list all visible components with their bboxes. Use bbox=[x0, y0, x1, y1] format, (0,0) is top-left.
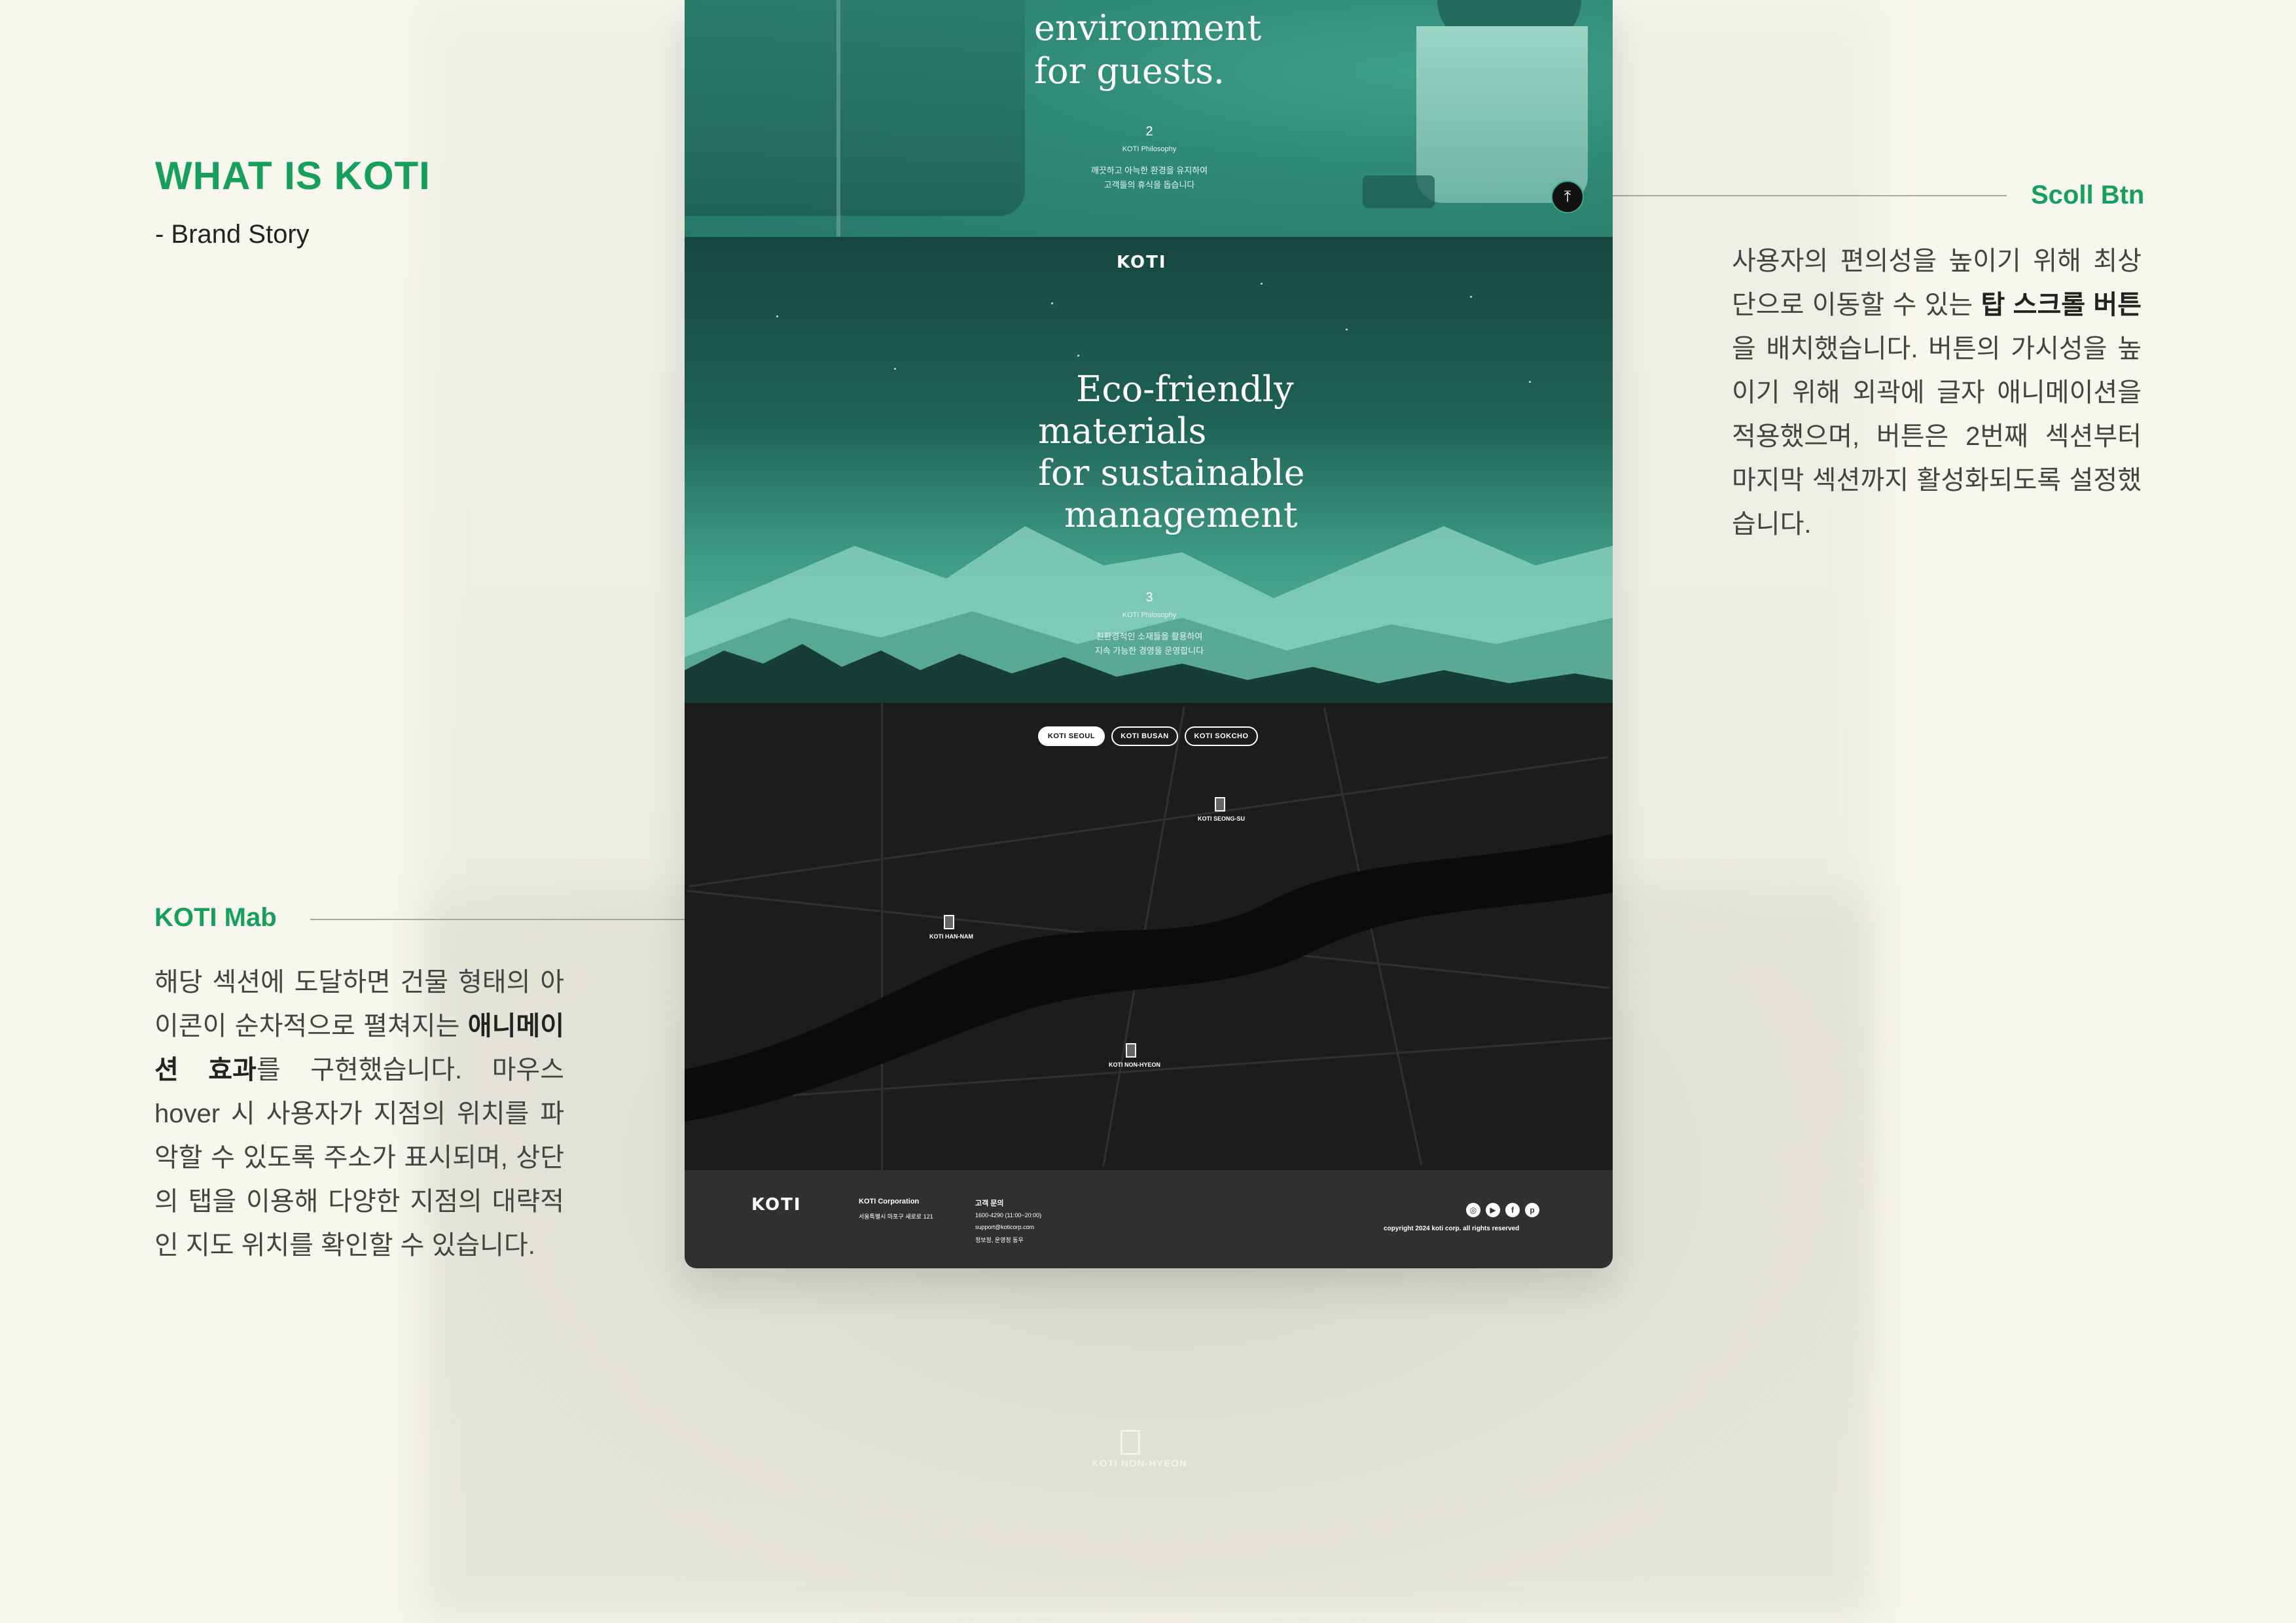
map-section: KOTI SEOUL KOTI BUSAN KOTI SOKCHO KOTI S… bbox=[685, 703, 1613, 1170]
ghost-pin-label: KOTI NON-HYEON bbox=[1092, 1458, 1187, 1469]
section1-headline-2: for guests. bbox=[1034, 50, 1225, 92]
section2-headline-1: Eco-friendly bbox=[1076, 368, 1294, 410]
pin-label-seongsu: KOTI SEONG-SU bbox=[1198, 815, 1246, 822]
building-pin-icon[interactable] bbox=[1215, 797, 1225, 812]
scroll-annotation-line bbox=[1583, 195, 2007, 196]
footer-links[interactable]: 정보정, 운영정 동우 bbox=[975, 1236, 1024, 1244]
section-environment: environment for guests. 2 KOTI Philosoph… bbox=[685, 0, 1613, 237]
footer-email[interactable]: support@koticorp.com bbox=[975, 1224, 1034, 1230]
pinterest-icon[interactable]: p bbox=[1525, 1203, 1539, 1217]
sofa-shape bbox=[685, 0, 1025, 216]
brand-story-subtitle: - Brand Story bbox=[155, 220, 310, 249]
rope-shape bbox=[836, 0, 840, 237]
map-tab-sokcho[interactable]: KOTI SOKCHO bbox=[1185, 726, 1258, 746]
section2-philosophy-name: KOTI Philosophy bbox=[1122, 611, 1177, 619]
arrow-up-icon: ⤒ bbox=[1564, 188, 1571, 205]
site-footer: KOTI KOTI Corporation 서울특별시 마포구 새로로 121 … bbox=[685, 1170, 1613, 1268]
youtube-icon[interactable]: ▶ bbox=[1486, 1203, 1500, 1217]
star bbox=[1529, 381, 1531, 383]
star bbox=[1261, 283, 1263, 285]
section1-desc-2: 고객들의 휴식을 돕습니다 bbox=[1103, 180, 1195, 190]
building-pin-icon[interactable] bbox=[944, 915, 954, 929]
footer-contact-title: 고객 문의 bbox=[975, 1200, 1004, 1207]
star bbox=[1470, 296, 1472, 298]
section1-number: 2 bbox=[1145, 124, 1153, 139]
section2-headline-4: management bbox=[1064, 494, 1298, 535]
website-mockup: environment for guests. 2 KOTI Philosoph… bbox=[685, 0, 1613, 1268]
footer-phone: 1600-4290 (11:00~20:00) bbox=[975, 1212, 1042, 1219]
section1-desc-1: 깨끗하고 아늑한 환경을 유지하여 bbox=[1090, 166, 1208, 175]
ghost-building-icon bbox=[1121, 1430, 1140, 1455]
star bbox=[1051, 302, 1053, 304]
scroll-annotation-label: Scoll Btn bbox=[2031, 181, 2145, 209]
map-annotation-line bbox=[310, 919, 709, 920]
footer-logo[interactable]: KOTI bbox=[751, 1195, 802, 1215]
scroll-annotation-body: 사용자의 편의성을 높이기 위해 최상단으로 이동할 수 있는 탑 스크롤 버튼… bbox=[1732, 247, 2142, 539]
section2-headline-3: for sustainable bbox=[1038, 452, 1305, 493]
map-annotation-label: KOTI Mab bbox=[154, 903, 277, 932]
scroll-top-button[interactable]: ⤒ bbox=[1551, 181, 1584, 213]
section1-philosophy-name: KOTI Philosophy bbox=[1122, 145, 1177, 153]
facebook-icon[interactable]: f bbox=[1505, 1203, 1520, 1217]
footer-address: 서울특별시 마포구 새로로 121 bbox=[859, 1213, 933, 1220]
footer-company: KOTI Corporation bbox=[859, 1198, 920, 1205]
section-eco-friendly: KOTI Eco-friendly materials for sustaina… bbox=[685, 237, 1613, 703]
koti-logo[interactable]: KOTI bbox=[1117, 253, 1167, 272]
building-pin-icon[interactable] bbox=[1126, 1043, 1136, 1058]
instagram-icon[interactable]: ◎ bbox=[1466, 1203, 1480, 1217]
section1-headline-1: environment bbox=[1034, 7, 1262, 48]
star bbox=[894, 368, 896, 370]
star bbox=[1346, 329, 1348, 330]
han-river bbox=[685, 834, 1613, 1122]
brand-story-title: WHAT IS KOTI bbox=[155, 154, 431, 198]
star bbox=[776, 315, 778, 317]
pot-shape bbox=[1416, 26, 1588, 203]
pin-label-nonhyeon: KOTI NON-HYEON bbox=[1109, 1061, 1161, 1068]
pin-label-hannam: KOTI HAN-NAM bbox=[929, 933, 973, 940]
map-tab-busan[interactable]: KOTI BUSAN bbox=[1111, 726, 1178, 746]
section2-headline-2: materials bbox=[1038, 410, 1207, 452]
keyboard-shape bbox=[1363, 175, 1435, 208]
section2-desc-2: 지속 가능한 경영을 운영합니다 bbox=[1094, 646, 1204, 656]
map-annotation-body: 해당 섹션에 도달하면 건물 형태의 아이콘이 순차적으로 펼쳐지는 애니메이션… bbox=[154, 968, 565, 1260]
section2-desc-1: 친환경적인 소재들을 활용하여 bbox=[1096, 632, 1203, 641]
map-tab-seoul[interactable]: KOTI SEOUL bbox=[1038, 726, 1105, 746]
footer-copyright: copyright 2024 koti corp. all rights res… bbox=[1384, 1225, 1520, 1232]
section2-number: 3 bbox=[1145, 590, 1153, 605]
star bbox=[1077, 355, 1079, 357]
